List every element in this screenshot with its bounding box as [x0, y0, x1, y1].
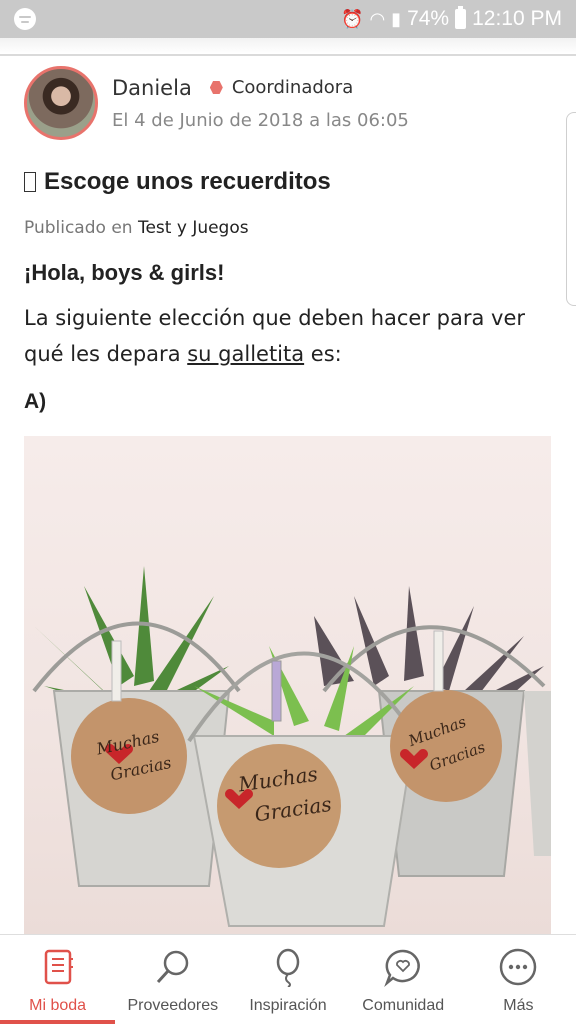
- succulent-pails-illustration: Muchas Gracias Muchas Gracias Muchas Gra…: [32, 566, 551, 927]
- chat-heart-icon: [384, 949, 421, 987]
- top-shadow: [0, 38, 576, 56]
- option-a-image[interactable]: Muchas Gracias Muchas Gracias Muchas Gra…: [24, 436, 551, 936]
- role-badge-icon: [209, 81, 223, 94]
- bottom-nav: Mi boda Proveedores Inspiración Comunida…: [0, 934, 576, 1024]
- nav-label: Comunidad: [362, 997, 445, 1014]
- greeting: ¡Hola, boys & girls!: [24, 260, 225, 285]
- body-paragraph: La siguiente elección que deben hacer pa…: [24, 300, 554, 372]
- spotify-icon: [14, 8, 36, 30]
- category-link[interactable]: Test y Juegos: [138, 218, 249, 238]
- battery-icon: [455, 6, 467, 29]
- side-panel-edge[interactable]: [566, 112, 576, 306]
- galletita-link[interactable]: su galletita: [187, 342, 304, 366]
- published-in: Publicado en Test y Juegos: [24, 218, 554, 238]
- published-prefix: Publicado en: [24, 218, 133, 238]
- balloon-icon: [276, 948, 300, 987]
- nav-label: Proveedores: [127, 997, 219, 1014]
- search-icon: [156, 950, 189, 984]
- missing-glyph-icon: [24, 172, 36, 192]
- nav-label: Más: [503, 997, 534, 1014]
- option-label: A): [24, 390, 47, 413]
- nav-label: Mi boda: [29, 997, 87, 1014]
- author-role: Coordinadora: [231, 77, 354, 98]
- post: Daniela Coordinadora El 4 de Junio de 20…: [24, 66, 554, 414]
- author-info: Daniela Coordinadora El 4 de Junio de 20…: [112, 76, 409, 131]
- signal-icon: ▮: [391, 8, 402, 29]
- author-name[interactable]: Daniela: [112, 76, 192, 100]
- notebook-icon: [44, 949, 73, 985]
- nav-label: Inspiración: [249, 997, 327, 1014]
- thank-you-tag-right: [390, 690, 502, 802]
- alarm-icon: ⏰: [341, 8, 364, 29]
- paragraph-end: es:: [304, 342, 342, 366]
- nav-item-inspiracion[interactable]: Inspiración: [230, 935, 345, 1024]
- post-title-text: Escoge unos recuerditos: [44, 168, 331, 195]
- post-title: Escoge unos recuerditos: [24, 168, 554, 196]
- clock: 12:10 PM: [472, 7, 562, 30]
- wifi-icon: ◠: [369, 8, 386, 29]
- nav-item-mi-boda[interactable]: Mi boda: [0, 935, 116, 1024]
- nav-item-mas[interactable]: Más: [461, 935, 576, 1024]
- battery-percent: 74%: [407, 7, 450, 30]
- author-row: Daniela Coordinadora El 4 de Junio de 20…: [24, 66, 554, 140]
- more-icon: [500, 948, 537, 986]
- nav-item-comunidad[interactable]: Comunidad: [346, 935, 461, 1024]
- post-date: El 4 de Junio de 2018 a las 06:05: [112, 109, 409, 131]
- nav-item-proveedores[interactable]: Proveedores: [115, 935, 230, 1024]
- status-bar: ⏰ ◠ ▮ 74% 12:10 PM: [0, 0, 576, 38]
- avatar[interactable]: [24, 66, 98, 140]
